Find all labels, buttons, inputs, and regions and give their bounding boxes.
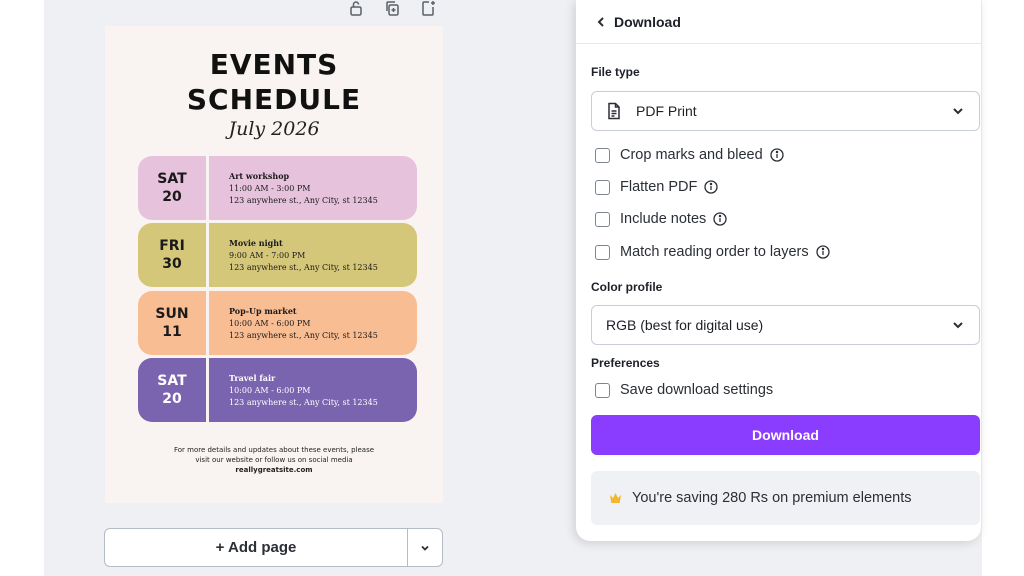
event-weekday: FRI xyxy=(159,238,185,254)
reading-order-checkbox[interactable] xyxy=(595,244,610,260)
file-type-value: PDF Print xyxy=(636,103,697,119)
include-notes-label: Include notes xyxy=(620,211,707,227)
event-name: Pop-Up market xyxy=(229,306,297,316)
crop-marks-label: Crop marks and bleed xyxy=(620,147,763,163)
panel-header: Download xyxy=(576,0,981,44)
crown-icon xyxy=(609,492,622,504)
save-settings-label: Save download settings xyxy=(620,382,774,398)
event-address: 123 anywhere st., Any City, st 12345 xyxy=(229,196,378,205)
download-panel: Download File type PDF Print Crop marks … xyxy=(576,0,981,541)
event-date-block: SAT 20 xyxy=(138,358,206,422)
event-date-block: SUN 11 xyxy=(138,291,206,355)
event-name: Movie night xyxy=(229,238,283,248)
event-details: Travel fair 10:00 AM - 6:00 PM 123 anywh… xyxy=(209,358,417,422)
back-chevron-icon[interactable] xyxy=(594,15,608,29)
event-weekday: SUN xyxy=(155,306,189,322)
event-details: Pop-Up market 10:00 AM - 6:00 PM 123 any… xyxy=(209,291,417,355)
duplicate-page-icon[interactable] xyxy=(384,0,400,16)
flatten-pdf-option[interactable]: Flatten PDF xyxy=(595,177,719,197)
chevron-down-icon xyxy=(951,104,965,118)
event-time: 11:00 AM - 3:00 PM xyxy=(229,183,311,193)
event-name: Art workshop xyxy=(229,171,290,181)
chevron-down-icon xyxy=(421,545,429,551)
crop-marks-option[interactable]: Crop marks and bleed xyxy=(595,145,784,165)
info-icon[interactable] xyxy=(770,148,784,162)
event-time: 10:00 AM - 6:00 PM xyxy=(229,385,311,395)
reading-order-option[interactable]: Match reading order to layers xyxy=(595,242,830,262)
event-details: Movie night 9:00 AM - 7:00 PM 123 anywhe… xyxy=(209,223,417,287)
flatten-pdf-label: Flatten PDF xyxy=(620,179,698,195)
flatten-pdf-checkbox[interactable] xyxy=(595,179,610,195)
panel-title: Download xyxy=(614,13,681,30)
event-details: Art workshop 11:00 AM - 3:00 PM 123 anyw… xyxy=(209,156,417,220)
event-card: SAT 20 Art workshop 11:00 AM - 3:00 PM 1… xyxy=(138,156,417,220)
chevron-down-icon xyxy=(951,318,965,332)
preferences-label: Preferences xyxy=(591,356,660,370)
file-type-label: File type xyxy=(591,65,640,79)
poster-page[interactable]: EVENTS SCHEDULE July 2026 SAT 20 Art wor… xyxy=(105,26,443,503)
event-card: SUN 11 Pop-Up market 10:00 AM - 6:00 PM … xyxy=(138,291,417,355)
event-day-number: 30 xyxy=(162,256,182,272)
event-day-number: 11 xyxy=(162,324,182,340)
document-icon xyxy=(606,102,622,120)
add-page-icon[interactable] xyxy=(420,0,436,16)
save-settings-checkbox[interactable] xyxy=(595,382,610,398)
event-card: FRI 30 Movie night 9:00 AM - 7:00 PM 123… xyxy=(138,223,417,287)
event-date-block: SAT 20 xyxy=(138,156,206,220)
premium-savings-banner: You're saving 280 Rs on premium elements xyxy=(591,471,980,525)
info-icon[interactable] xyxy=(815,245,830,259)
event-address: 123 anywhere st., Any City, st 12345 xyxy=(229,263,378,272)
event-time: 10:00 AM - 6:00 PM xyxy=(229,318,311,328)
event-time: 9:00 AM - 7:00 PM xyxy=(229,250,306,260)
savings-text: You're saving 280 Rs on premium elements xyxy=(632,490,912,506)
poster-footer: For more details and updates about these… xyxy=(105,445,443,475)
add-page-control: + Add page xyxy=(104,528,443,567)
poster-footer-line2: visit our website or follow us on social… xyxy=(195,456,353,464)
poster-footer-website: reallygreatsite.com xyxy=(235,466,313,474)
event-name: Travel fair xyxy=(229,373,276,383)
event-address: 123 anywhere st., Any City, st 12345 xyxy=(229,331,378,340)
event-weekday: SAT xyxy=(157,171,187,187)
include-notes-option[interactable]: Include notes xyxy=(595,209,727,229)
add-page-button[interactable]: + Add page xyxy=(105,529,408,566)
event-day-number: 20 xyxy=(162,189,182,205)
editor-screen: EVENTS SCHEDULE July 2026 SAT 20 Art wor… xyxy=(0,0,1024,576)
event-date-block: FRI 30 xyxy=(138,223,206,287)
poster-title-line2: SCHEDULE xyxy=(186,83,362,116)
event-day-number: 20 xyxy=(162,391,182,407)
poster-title-line1: EVENTS xyxy=(209,48,339,81)
reading-order-label: Match reading order to layers xyxy=(620,244,809,260)
poster-subtitle: July 2026 xyxy=(228,118,320,140)
event-address: 123 anywhere st., Any City, st 12345 xyxy=(229,398,378,407)
poster-footer-line1: For more details and updates about these… xyxy=(173,446,375,454)
lock-icon[interactable] xyxy=(348,0,364,16)
download-button[interactable]: Download xyxy=(591,415,980,455)
save-settings-option[interactable]: Save download settings xyxy=(595,380,773,400)
info-icon[interactable] xyxy=(704,180,719,194)
file-type-select[interactable]: PDF Print xyxy=(591,91,980,131)
color-profile-label: Color profile xyxy=(591,280,663,294)
include-notes-checkbox[interactable] xyxy=(595,211,610,227)
color-profile-select[interactable]: RGB (best for digital use) xyxy=(591,305,980,345)
info-icon[interactable] xyxy=(713,212,727,226)
event-weekday: SAT xyxy=(157,373,187,389)
crop-marks-checkbox[interactable] xyxy=(595,147,610,163)
add-page-options-button[interactable] xyxy=(408,529,442,566)
color-profile-value: RGB (best for digital use) xyxy=(606,317,764,333)
event-card: SAT 20 Travel fair 10:00 AM - 6:00 PM 12… xyxy=(138,358,417,422)
